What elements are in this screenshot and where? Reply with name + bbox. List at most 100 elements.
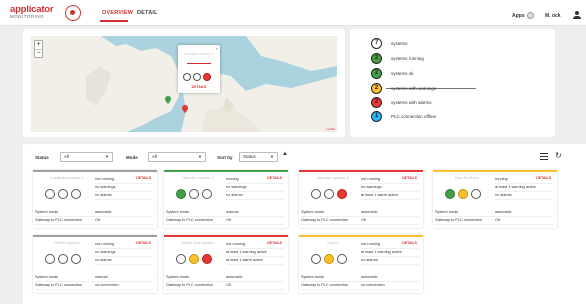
status-text: no warnings bbox=[95, 184, 153, 192]
status-light-icon bbox=[45, 254, 55, 264]
info-label: System mode bbox=[35, 210, 59, 214]
system-name: Lobandia system 1 bbox=[50, 175, 84, 180]
info-label: Gateway to PLC connection bbox=[35, 283, 83, 287]
system-name: Nannfor system 1 bbox=[182, 175, 214, 180]
status-light-icon bbox=[202, 254, 212, 264]
chevron-down-icon: ▼ bbox=[198, 154, 202, 159]
status-text: at least 1 warning active bbox=[361, 249, 419, 257]
legend-count-badge: 2 bbox=[371, 97, 382, 108]
applicator-logo[interactable]: applicator MONITORING bbox=[10, 5, 90, 21]
status-light-icon bbox=[189, 189, 199, 199]
info-value: no connection bbox=[95, 283, 119, 287]
map-view[interactable]: + − × Acetyle system 3 DETAILS Leaflet bbox=[31, 36, 337, 132]
info-value: manual bbox=[95, 275, 108, 279]
system-card[interactable]: Bkst Brothers DETAILS running at least 1 wa… bbox=[433, 170, 557, 228]
status-text: no alarms bbox=[95, 192, 153, 200]
sort-ascending-icon[interactable]: ▲ bbox=[282, 151, 288, 157]
tab-overview[interactable]: OVERVIEW bbox=[102, 10, 133, 16]
status-lights bbox=[445, 186, 484, 204]
legend-label: systems with alarms bbox=[391, 100, 432, 105]
system-card[interactable]: DEMO system DETAILS not running no warnings… bbox=[33, 235, 157, 293]
status-text: no warnings bbox=[361, 184, 419, 192]
info-label: Gateway to PLC connection bbox=[35, 218, 83, 222]
map-marker-red-icon[interactable] bbox=[182, 105, 188, 113]
map-popup: × Acetyle system 3 DETAILS bbox=[178, 45, 220, 93]
info-label: System mode bbox=[166, 275, 190, 279]
zoom-control: + − bbox=[34, 40, 43, 58]
gateway-connection-row: Gateway to PLC connection OK bbox=[35, 217, 153, 225]
refresh-icon[interactable]: ↻ bbox=[555, 151, 562, 160]
legend-count-badge: 1 bbox=[371, 111, 382, 122]
status-text: running bbox=[226, 176, 284, 184]
system-card[interactable]: Snat 1 DETAILS not running at least 1 warni… bbox=[299, 235, 423, 293]
top-bar: applicator MONITORING OVERVIEW DETAIL Ap… bbox=[0, 0, 586, 26]
status-light-icon bbox=[337, 189, 347, 199]
status-light-icon bbox=[458, 189, 468, 199]
status-light-icon bbox=[45, 189, 55, 199]
active-tab-indicator bbox=[100, 20, 128, 22]
status-light-icon bbox=[193, 73, 201, 81]
apps-menu-label[interactable]: Apps bbox=[512, 13, 525, 19]
sort-by-value: Status bbox=[243, 154, 256, 159]
system-mode-row: System mode automatic bbox=[166, 274, 284, 282]
status-text: no alarms bbox=[361, 257, 419, 265]
info-label: System mode bbox=[35, 275, 59, 279]
system-mode-row: System mode automatic bbox=[35, 209, 153, 217]
legend-label: systems running bbox=[391, 56, 424, 61]
status-text: at least 1 alarm active bbox=[361, 192, 419, 200]
info-label: System mode bbox=[166, 210, 190, 214]
info-label: Gateway to PLC connection bbox=[435, 218, 483, 222]
popup-details-link[interactable]: DETAILS bbox=[178, 85, 220, 89]
status-text: not running bbox=[95, 176, 153, 184]
status-lights bbox=[311, 251, 350, 269]
legend-count-badge: 2 bbox=[371, 83, 382, 94]
status-text: not running bbox=[361, 241, 419, 249]
list-view-icon[interactable] bbox=[540, 153, 548, 160]
info-value: automatic bbox=[495, 210, 512, 214]
system-card[interactable]: Lobandia system 1 DETAILS not running no wa… bbox=[33, 170, 157, 228]
tab-detail[interactable]: DETAIL bbox=[137, 10, 158, 16]
mode-filter-value: All bbox=[152, 154, 158, 159]
status-light-icon bbox=[203, 73, 211, 81]
info-value: OK bbox=[95, 218, 101, 222]
apps-icon[interactable] bbox=[527, 12, 534, 19]
info-value: automatic bbox=[361, 275, 378, 279]
status-lights bbox=[45, 251, 84, 269]
status-light-icon bbox=[324, 189, 334, 199]
map-marker-green-icon[interactable] bbox=[165, 96, 171, 104]
legend-count-badge: 7 bbox=[371, 38, 382, 49]
sort-by-select[interactable]: Status ▼ bbox=[239, 152, 278, 162]
chevron-down-icon: ▼ bbox=[270, 154, 274, 159]
popup-divider bbox=[187, 63, 211, 64]
mode-filter-select[interactable]: All ▼ bbox=[148, 152, 206, 162]
status-text: no alarms bbox=[226, 192, 284, 200]
status-text: not running bbox=[361, 176, 419, 184]
status-light-icon bbox=[311, 189, 321, 199]
map-attribution[interactable]: Leaflet bbox=[326, 127, 335, 131]
status-text: at least 1 alarm active bbox=[226, 257, 284, 265]
system-mode-row: System mode manual bbox=[166, 209, 284, 217]
system-mode-row: System mode automatic bbox=[435, 209, 553, 217]
system-card[interactable]: XANA Test system DETAILS not running at lea… bbox=[164, 235, 288, 293]
logo-subtitle: MONITORING bbox=[10, 14, 45, 19]
zoom-in-button[interactable]: + bbox=[35, 41, 42, 50]
user-icon[interactable] bbox=[573, 11, 581, 19]
info-value: OK bbox=[361, 218, 367, 222]
status-filter-select[interactable]: All ▼ bbox=[60, 152, 113, 162]
user-name[interactable]: M. ock bbox=[545, 13, 561, 19]
status-text: running bbox=[495, 176, 553, 184]
zoom-out-button[interactable]: − bbox=[35, 50, 42, 59]
system-card[interactable]: Nannfor system 1 DETAILS running no warning… bbox=[164, 170, 288, 228]
status-text: no alarms bbox=[95, 257, 153, 265]
legend-count-badge: 2 bbox=[371, 53, 382, 64]
info-label: Gateway to PLC connection bbox=[301, 218, 349, 222]
info-value: automatic bbox=[361, 210, 378, 214]
status-text: no warnings bbox=[95, 249, 153, 257]
status-text: no alarms bbox=[495, 192, 553, 200]
gateway-connection-row: Gateway to PLC connection OK bbox=[435, 217, 553, 225]
status-light-icon bbox=[471, 189, 481, 199]
status-lights bbox=[176, 186, 215, 204]
legend-label: systems bbox=[391, 41, 408, 46]
system-card[interactable]: Nannfor system 2 DETAILS not running no war… bbox=[299, 170, 423, 228]
status-lights bbox=[311, 186, 350, 204]
